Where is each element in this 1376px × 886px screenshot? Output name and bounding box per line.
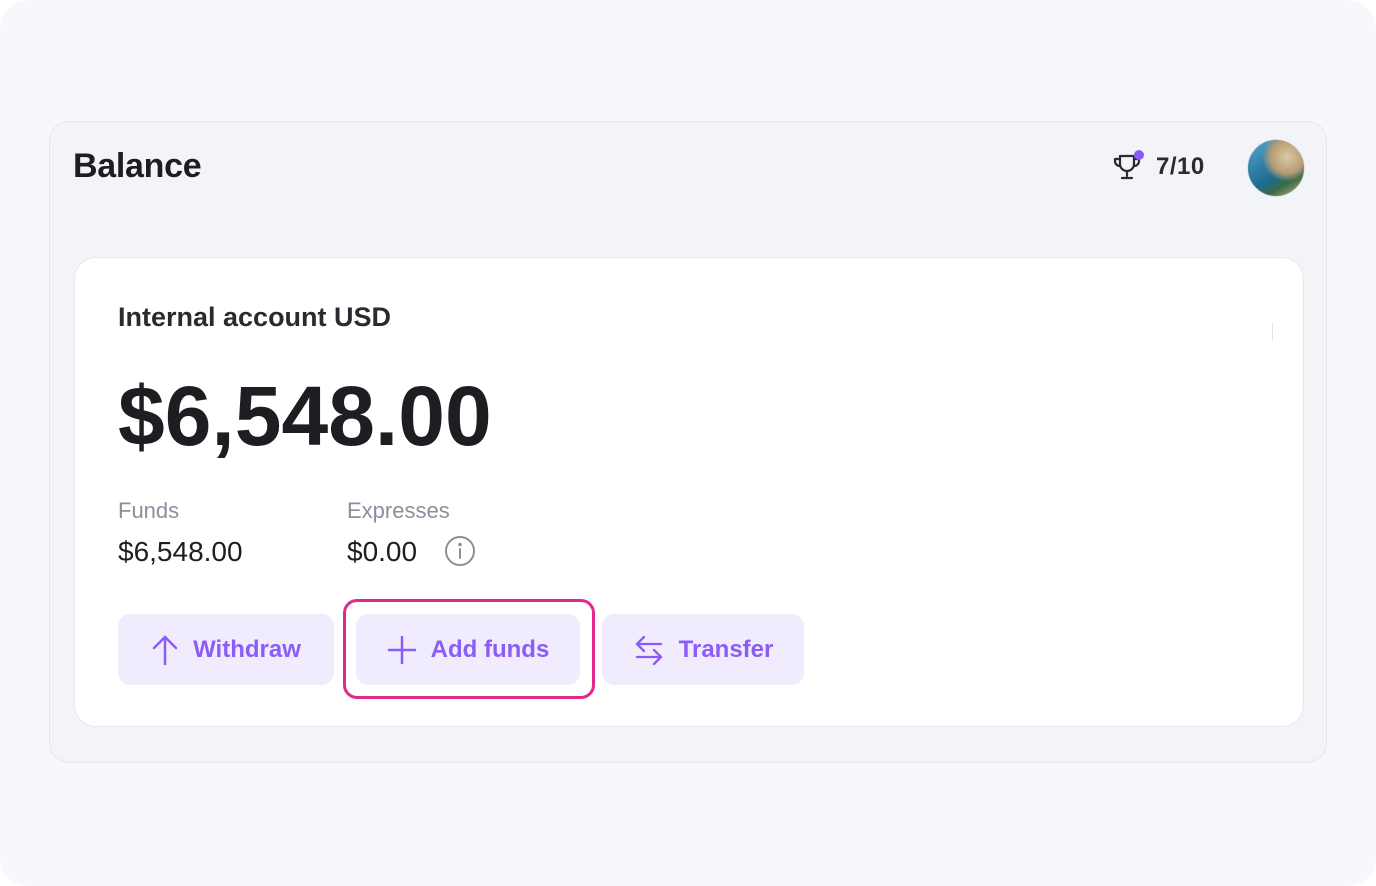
transfer-button[interactable]: Transfer — [602, 614, 804, 685]
transfer-label: Transfer — [678, 635, 774, 663]
notification-dot — [1134, 150, 1144, 160]
funds-label: Funds — [118, 498, 180, 523]
user-avatar[interactable] — [1247, 139, 1305, 197]
account-card: Internal account USD $6,548.00 Funds $6,… — [74, 257, 1304, 727]
divider — [1272, 322, 1273, 340]
transfer-arrows-icon — [635, 635, 662, 665]
withdraw-button[interactable]: Withdraw — [118, 614, 334, 685]
app-frame: Balance 7/10 Internal account USD $6,548… — [0, 0, 1376, 886]
add-funds-label: Add funds — [430, 635, 550, 663]
plus-icon — [387, 635, 416, 664]
account-name: Internal account USD — [118, 302, 392, 332]
account-balance: $6,548.00 — [118, 369, 492, 463]
withdraw-label: Withdraw — [193, 635, 301, 663]
balance-panel: Balance 7/10 Internal account USD $6,548… — [49, 121, 1327, 763]
funds-value: $6,548.00 — [118, 536, 243, 567]
arrow-up-icon — [152, 635, 178, 665]
add-funds-button[interactable]: Add funds — [356, 614, 580, 685]
progress-count: 7/10 — [1156, 153, 1205, 180]
expenses-value: $0.00 — [347, 536, 418, 567]
info-icon[interactable] — [444, 535, 476, 567]
expenses-label: Expresses — [347, 498, 450, 523]
achievement-progress[interactable]: 7/10 — [1110, 150, 1205, 184]
trophy-icon — [1110, 150, 1146, 184]
page-title: Balance — [73, 147, 202, 185]
